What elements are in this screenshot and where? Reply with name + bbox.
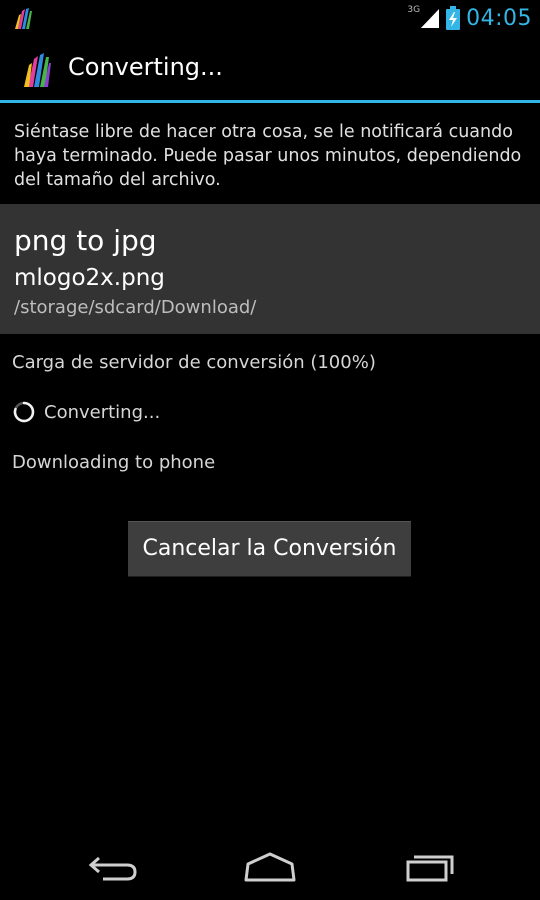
app-logo-icon[interactable] xyxy=(22,47,52,89)
file-info-panel: png to jpg mlogo2x.png /storage/sdcard/D… xyxy=(0,204,540,334)
converting-status: Converting... xyxy=(12,400,160,424)
actionbar-divider xyxy=(0,100,540,103)
battery-charging-icon xyxy=(446,6,461,30)
navigation-bar xyxy=(0,820,540,900)
download-status: Downloading to phone xyxy=(12,452,216,473)
converting-label: Converting... xyxy=(44,401,161,423)
network-type-label: 3G xyxy=(407,5,421,15)
app-notification-icon xyxy=(15,8,32,29)
conversion-type: png to jpg xyxy=(14,224,157,257)
action-bar: Converting... xyxy=(0,36,540,100)
upload-status: Carga de servidor de conversión (100%) xyxy=(12,352,376,373)
cancel-conversion-button[interactable]: Cancelar la Conversión xyxy=(128,521,411,577)
file-name: mlogo2x.png xyxy=(14,265,165,291)
home-icon[interactable] xyxy=(240,850,300,884)
page-title: Converting... xyxy=(68,53,223,81)
signal-icon xyxy=(421,9,440,28)
recent-apps-icon[interactable] xyxy=(398,850,458,884)
file-path: /storage/sdcard/Download/ xyxy=(14,297,257,318)
spinner-icon xyxy=(13,401,35,423)
back-icon[interactable] xyxy=(83,850,143,884)
status-bar: 3G 04:05 xyxy=(0,0,540,36)
clock: 04:05 xyxy=(466,5,532,31)
info-message: Siéntase libre de hacer otra cosa, se le… xyxy=(14,122,522,190)
